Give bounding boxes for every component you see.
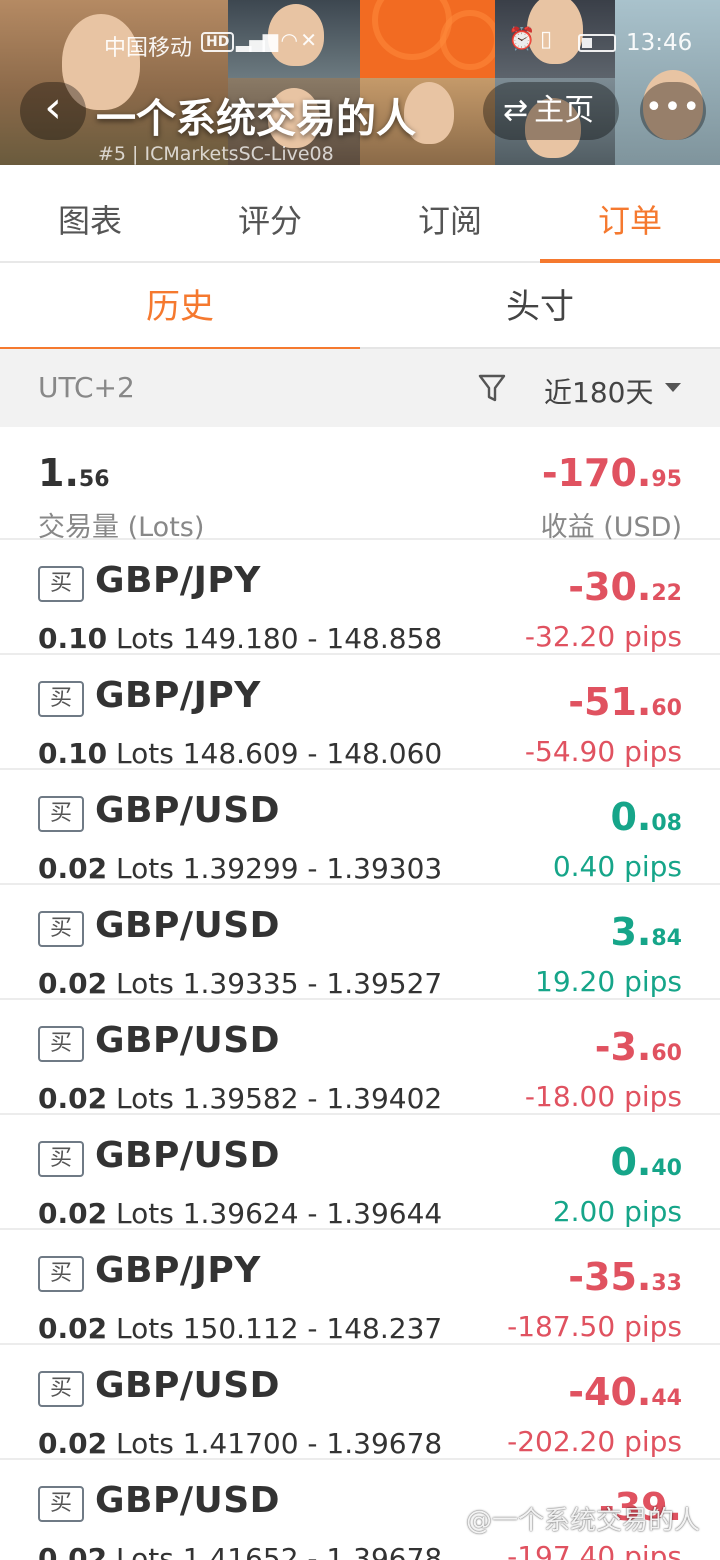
symbol: GBP/JPY bbox=[95, 675, 261, 716]
buy-badge: 买 bbox=[38, 1486, 84, 1522]
alarm-icon: ⏰ bbox=[508, 27, 536, 52]
main-tab-bar: 图表 评分 订阅 订单 bbox=[0, 165, 720, 263]
order-profit: -51.60 bbox=[568, 680, 682, 724]
tab-orders[interactable]: 订单 bbox=[540, 165, 720, 263]
sub-tab-bar: 历史 头寸 bbox=[0, 263, 720, 351]
lots-line: 0.02 Lots 150.112 - 148.237 bbox=[38, 1312, 443, 1345]
order-pips: 0.40 pips bbox=[552, 850, 682, 883]
order-row[interactable]: 买 GBP/JPY 0.02 Lots 150.112 - 148.237 -3… bbox=[0, 1230, 720, 1345]
buy-badge: 买 bbox=[38, 911, 84, 947]
filter-bar: UTC+2 近180天 bbox=[0, 349, 720, 427]
order-pips: -32.20 pips bbox=[524, 620, 682, 653]
order-profit: 3.84 bbox=[610, 910, 682, 954]
clock: 13:46 bbox=[626, 30, 693, 56]
order-row[interactable]: 买 GBP/USD 0.02 Lots 1.41700 - 1.39678 -4… bbox=[0, 1345, 720, 1460]
order-row[interactable]: 买 GBP/USD 0.02 Lots 1.39299 - 1.39303 0.… bbox=[0, 770, 720, 885]
more-dots-icon: ••• bbox=[644, 90, 702, 125]
order-profit: -3.60 bbox=[594, 1025, 682, 1069]
watermark: @一个系统交易的人 bbox=[466, 1506, 701, 1536]
hd-badge: HD bbox=[201, 32, 235, 52]
tab-history[interactable]: 历史 bbox=[0, 263, 360, 351]
more-button[interactable]: ••• bbox=[640, 82, 706, 140]
order-profit: -40.44 bbox=[568, 1370, 682, 1414]
total-lots: 1.56 bbox=[38, 451, 110, 495]
swap-icon: ⇄ bbox=[503, 93, 529, 128]
home-label: 主页 bbox=[534, 93, 595, 128]
summary-row: 1.56 交易量 (Lots) -170.95 收益 (USD) bbox=[0, 427, 720, 543]
account-label: #5 | ICMarketsSC-Live08 bbox=[98, 143, 334, 165]
vibrate-icon: ▯ bbox=[540, 27, 553, 52]
symbol: GBP/USD bbox=[95, 1365, 281, 1406]
back-button[interactable]: ‹ bbox=[20, 82, 86, 140]
lots-line: 0.10 Lots 148.609 - 148.060 bbox=[38, 737, 443, 770]
profile-header: 中国移动 HD ▂▄▆ ◠ ✕ ⏰ ▯ 13:46 ‹ 一个系统交易的人 #5 … bbox=[0, 0, 720, 165]
order-profit: -35.33 bbox=[568, 1255, 682, 1299]
order-row[interactable]: 买 GBP/JPY 0.10 Lots 149.180 - 148.858 -3… bbox=[0, 540, 720, 655]
range-selector[interactable]: 近180天 bbox=[544, 371, 653, 411]
home-button[interactable]: ⇄ 主页 bbox=[483, 82, 619, 140]
signal-icon: ▂▄▆ ◠ ✕ bbox=[236, 28, 317, 52]
symbol: GBP/USD bbox=[95, 1020, 281, 1061]
tab-chart[interactable]: 图表 bbox=[0, 165, 180, 263]
filter-icon[interactable] bbox=[478, 373, 506, 403]
battery-icon bbox=[578, 34, 616, 52]
order-row[interactable]: 买 GBP/USD 0.02 Lots 1.39624 - 1.39644 0.… bbox=[0, 1115, 720, 1230]
lots-line: 0.02 Lots 1.41652 - 1.39678 bbox=[38, 1542, 443, 1560]
symbol: GBP/USD bbox=[95, 790, 281, 831]
order-pips: 19.20 pips bbox=[535, 965, 682, 998]
buy-badge: 买 bbox=[38, 566, 84, 602]
status-bar: 中国移动 HD ▂▄▆ ◠ ✕ ⏰ ▯ 13:46 bbox=[0, 22, 720, 62]
buy-badge: 买 bbox=[38, 796, 84, 832]
order-pips: -187.50 pips bbox=[507, 1310, 682, 1343]
chevron-down-icon[interactable] bbox=[665, 383, 681, 392]
tab-rating[interactable]: 评分 bbox=[180, 165, 360, 263]
order-profit: 0.40 bbox=[610, 1140, 682, 1184]
symbol: GBP/USD bbox=[95, 1135, 281, 1176]
symbol: GBP/JPY bbox=[95, 1250, 261, 1291]
order-list: 买 GBP/JPY 0.10 Lots 149.180 - 148.858 -3… bbox=[0, 540, 720, 1560]
symbol: GBP/USD bbox=[95, 905, 281, 946]
lots-line: 0.02 Lots 1.39624 - 1.39644 bbox=[38, 1197, 443, 1230]
order-pips: -18.00 pips bbox=[524, 1080, 682, 1113]
total-profit: -170.95 bbox=[541, 451, 682, 495]
buy-badge: 买 bbox=[38, 1141, 84, 1177]
buy-badge: 买 bbox=[38, 1026, 84, 1062]
carrier-label: 中国移动 bbox=[104, 36, 193, 61]
tab-positions[interactable]: 头寸 bbox=[360, 263, 720, 349]
order-pips: -197.40 pips bbox=[507, 1540, 682, 1560]
total-profit-label: 收益 (USD) bbox=[540, 512, 682, 543]
lots-line: 0.02 Lots 1.39335 - 1.39527 bbox=[38, 967, 443, 1000]
order-row[interactable]: 买 GBP/JPY 0.10 Lots 148.609 - 148.060 -5… bbox=[0, 655, 720, 770]
order-profit: -30.22 bbox=[568, 565, 682, 609]
timezone-label: UTC+2 bbox=[38, 371, 135, 404]
tab-subscribe[interactable]: 订阅 bbox=[360, 165, 540, 263]
buy-badge: 买 bbox=[38, 1371, 84, 1407]
order-profit: 0.08 bbox=[610, 795, 682, 839]
symbol: GBP/USD bbox=[95, 1480, 281, 1521]
lots-line: 0.02 Lots 1.39582 - 1.39402 bbox=[38, 1082, 443, 1115]
chevron-left-icon: ‹ bbox=[44, 82, 62, 133]
total-lots-label: 交易量 (Lots) bbox=[38, 512, 205, 543]
buy-badge: 买 bbox=[38, 681, 84, 717]
symbol: GBP/JPY bbox=[95, 560, 261, 601]
order-pips: -54.90 pips bbox=[524, 735, 682, 768]
buy-badge: 买 bbox=[38, 1256, 84, 1292]
order-row[interactable]: 买 GBP/USD 0.02 Lots 1.39582 - 1.39402 -3… bbox=[0, 1000, 720, 1115]
lots-line: 0.02 Lots 1.39299 - 1.39303 bbox=[38, 852, 443, 885]
order-pips: -202.20 pips bbox=[507, 1425, 682, 1458]
page-title: 一个系统交易的人 bbox=[96, 96, 416, 142]
order-pips: 2.00 pips bbox=[552, 1195, 682, 1228]
lots-line: 0.10 Lots 149.180 - 148.858 bbox=[38, 622, 443, 655]
lots-line: 0.02 Lots 1.41700 - 1.39678 bbox=[38, 1427, 443, 1460]
order-row[interactable]: 买 GBP/USD 0.02 Lots 1.39335 - 1.39527 3.… bbox=[0, 885, 720, 1000]
